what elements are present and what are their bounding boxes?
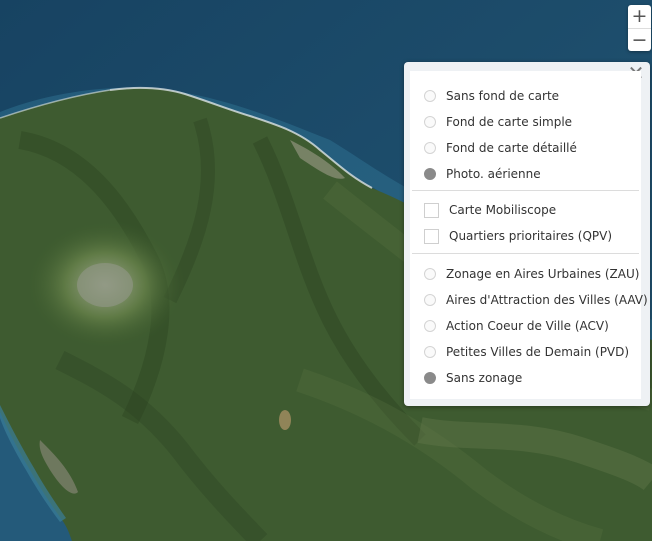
layers-list: Sans fond de carte Fond de carte simple …: [410, 71, 648, 399]
option-label: Sans zonage: [446, 371, 523, 385]
radio-button[interactable]: [424, 320, 436, 332]
zoom-control: + −: [628, 5, 651, 51]
layers-panel: ✕ Sans fond de carte Fond de carte simpl…: [404, 62, 650, 406]
zoom-in-button[interactable]: +: [628, 5, 651, 28]
zoning-option-aav[interactable]: Aires d'Attraction des Villes (AAV): [424, 290, 648, 310]
option-label: Petites Villes de Demain (PVD): [446, 345, 630, 359]
divider: [412, 190, 639, 191]
basemap-option-aerial[interactable]: Photo. aérienne: [424, 164, 541, 184]
option-label: Action Coeur de Ville (ACV): [446, 319, 609, 333]
divider: [412, 253, 639, 254]
option-label: Quartiers prioritaires (QPV): [449, 229, 613, 243]
option-label: Fond de carte simple: [446, 115, 573, 129]
basemap-option-simple[interactable]: Fond de carte simple: [424, 112, 572, 132]
radio-button[interactable]: [424, 294, 436, 306]
option-label: Aires d'Attraction des Villes (AAV): [446, 293, 648, 307]
option-label: Sans fond de carte: [446, 89, 560, 103]
radio-button-selected[interactable]: [424, 372, 436, 384]
option-label: Zonage en Aires Urbaines (ZAU): [446, 267, 640, 281]
basemap-option-none[interactable]: Sans fond de carte: [424, 86, 559, 106]
overlay-option-mobiliscope[interactable]: Carte Mobiliscope: [424, 200, 556, 220]
overlay-option-qpv[interactable]: Quartiers prioritaires (QPV): [424, 226, 612, 246]
zoom-out-button[interactable]: −: [628, 28, 651, 51]
option-label: Carte Mobiliscope: [449, 203, 557, 217]
option-label: Photo. aérienne: [446, 167, 541, 181]
zoning-option-acv[interactable]: Action Coeur de Ville (ACV): [424, 316, 609, 336]
radio-button[interactable]: [424, 90, 436, 102]
checkbox[interactable]: [424, 202, 439, 218]
radio-button-selected[interactable]: [424, 168, 436, 180]
checkbox[interactable]: [424, 228, 439, 244]
radio-button[interactable]: [424, 116, 436, 128]
basemap-option-detailed[interactable]: Fond de carte détaillé: [424, 138, 577, 158]
radio-button[interactable]: [424, 268, 436, 280]
radio-button[interactable]: [424, 142, 436, 154]
option-label: Fond de carte détaillé: [446, 141, 577, 155]
zoning-option-zau[interactable]: Zonage en Aires Urbaines (ZAU): [424, 264, 639, 284]
zoning-option-none[interactable]: Sans zonage: [424, 368, 522, 388]
radio-button[interactable]: [424, 346, 436, 358]
zoning-option-pvd[interactable]: Petites Villes de Demain (PVD): [424, 342, 629, 362]
